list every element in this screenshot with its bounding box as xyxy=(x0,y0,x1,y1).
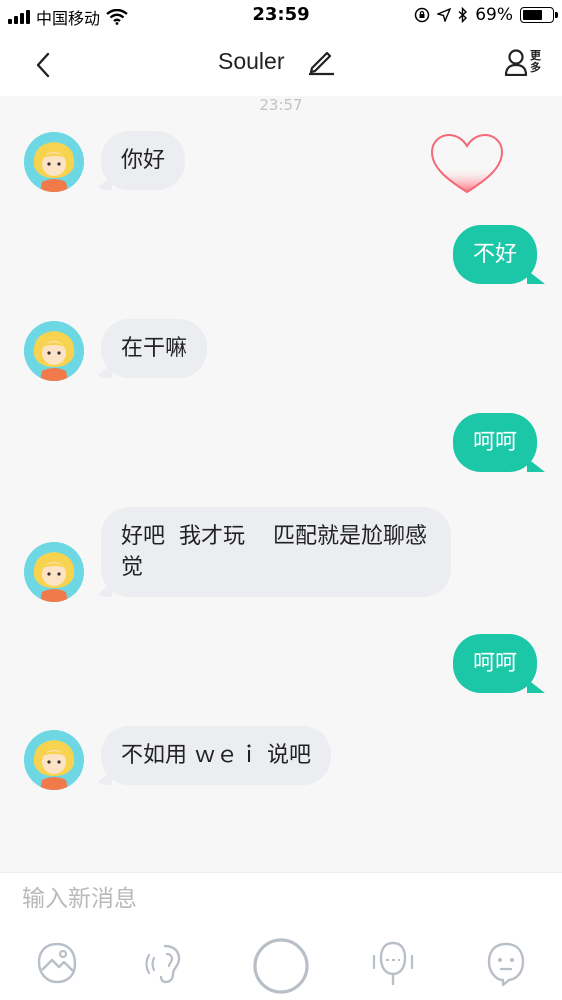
message-bubble-incoming[interactable]: 好吧 我才玩 匹配就是尬聊感觉 xyxy=(101,507,451,597)
orientation-lock-icon xyxy=(414,7,430,23)
message-bubble-incoming[interactable]: 不如用 ｗｅｉ 说吧 xyxy=(101,726,331,785)
input-toolbar xyxy=(0,930,562,1000)
message-input-bar xyxy=(0,872,562,930)
battery-percent: 69% xyxy=(475,5,513,25)
avatar[interactable] xyxy=(24,730,84,790)
location-icon xyxy=(437,8,452,22)
battery-fill xyxy=(523,10,543,20)
more-button[interactable]: 更多 xyxy=(504,48,542,76)
message-bubble-incoming[interactable]: 你好 xyxy=(101,131,186,190)
heart-icon[interactable] xyxy=(428,132,506,198)
message-input[interactable] xyxy=(0,873,520,925)
image-icon[interactable] xyxy=(32,938,82,988)
message-timestamp: 23:57 xyxy=(259,96,303,114)
avatar[interactable] xyxy=(24,321,84,381)
nav-bar: Souler 更多 xyxy=(0,30,562,96)
message-bubble-outgoing[interactable]: 不好 xyxy=(452,225,537,284)
chevron-left-icon[interactable] xyxy=(30,50,60,80)
status-bar: 中国移动 23:59 69% xyxy=(0,0,562,30)
nav-title-group: Souler xyxy=(218,46,336,76)
pencil-icon[interactable] xyxy=(306,46,336,76)
mic-icon[interactable] xyxy=(368,938,418,988)
message-bubble-outgoing[interactable]: 呵呵 xyxy=(452,634,537,693)
record-button-icon[interactable] xyxy=(251,936,311,996)
bluetooth-icon xyxy=(458,7,468,23)
message-bubble-outgoing[interactable]: 呵呵 xyxy=(452,413,537,472)
message-bubble-incoming[interactable]: 在干嘛 xyxy=(101,319,208,378)
voice-icon[interactable] xyxy=(143,938,193,988)
more-label: 更多 xyxy=(530,49,541,74)
avatar[interactable] xyxy=(24,542,84,602)
avatar[interactable] xyxy=(24,132,84,192)
emoji-icon[interactable] xyxy=(481,938,531,988)
status-right: 69% xyxy=(414,5,558,25)
chat-area[interactable]: 23:57 你好 不好 在干嘛 呵呵 好吧 我才玩 匹配就是尬聊感觉 呵呵 不如… xyxy=(0,96,562,872)
page-title: Souler xyxy=(218,47,285,74)
battery-icon xyxy=(520,7,558,23)
user-icon xyxy=(504,49,528,76)
